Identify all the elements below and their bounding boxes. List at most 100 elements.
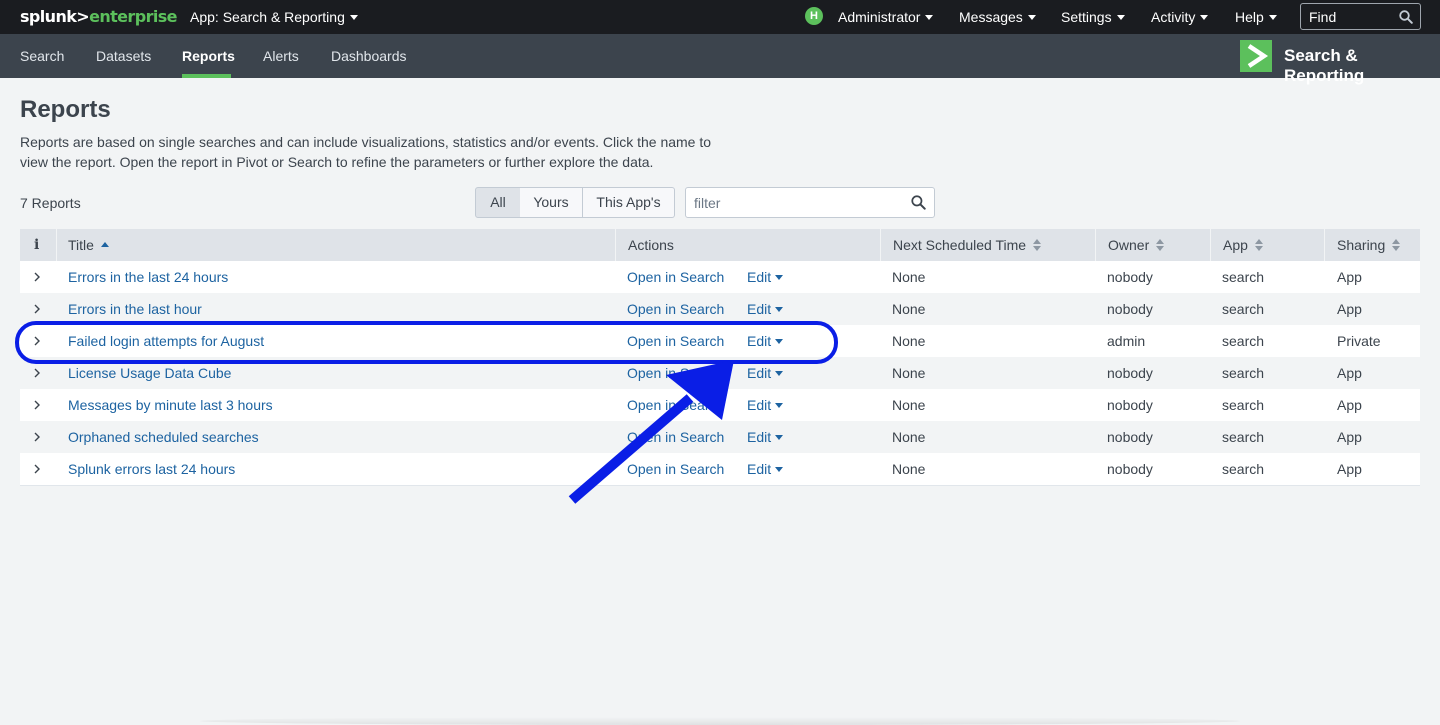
- page-description: Reports are based on single searches and…: [20, 132, 720, 172]
- messages-menu-label: Messages: [959, 9, 1023, 25]
- filter-this-apps-button[interactable]: This App's: [583, 187, 675, 218]
- table-row: Splunk errors last 24 hours Open in Sear…: [20, 453, 1420, 485]
- next-scheduled-cell: None: [892, 365, 926, 381]
- help-menu-label: Help: [1235, 9, 1264, 25]
- sharing-column-label: Sharing: [1337, 237, 1386, 253]
- owner-column-header[interactable]: Owner: [1108, 229, 1165, 261]
- help-menu[interactable]: Help: [1235, 9, 1277, 25]
- splunk-logo[interactable]: splunk>enterprise: [20, 7, 178, 26]
- sort-icon: [1392, 239, 1401, 251]
- report-title-link[interactable]: Errors in the last hour: [68, 293, 202, 325]
- filter-input[interactable]: [686, 188, 901, 217]
- tab-alerts[interactable]: Alerts: [263, 48, 299, 64]
- edit-dropdown[interactable]: Edit: [747, 293, 784, 325]
- table-bottom-border: [20, 485, 1420, 486]
- chevron-down-icon: [1116, 15, 1125, 20]
- tab-search[interactable]: Search: [20, 48, 64, 64]
- sharing-cell: App: [1337, 429, 1362, 445]
- edit-dropdown[interactable]: Edit: [747, 421, 784, 453]
- chevron-right-icon[interactable]: [33, 272, 41, 282]
- messages-menu[interactable]: Messages: [959, 9, 1036, 25]
- app-nav-bar: Search Datasets Reports Alerts Dashboard…: [0, 34, 1440, 85]
- chevron-right-icon[interactable]: [33, 336, 41, 346]
- actions-column-header: Actions: [628, 237, 674, 253]
- table-row: Errors in the last hour Open in Search E…: [20, 293, 1420, 325]
- reports-table: i Title Actions Next Scheduled Time Owne…: [20, 229, 1420, 486]
- filter-yours-button[interactable]: Yours: [520, 187, 583, 218]
- edit-dropdown[interactable]: Edit: [747, 357, 784, 389]
- table-header: i Title Actions Next Scheduled Time Owne…: [20, 229, 1420, 261]
- open-in-search-link[interactable]: Open in Search: [627, 389, 724, 421]
- report-title-link[interactable]: Orphaned scheduled searches: [68, 421, 259, 453]
- next-scheduled-cell: None: [892, 397, 926, 413]
- caret-down-icon: [775, 467, 784, 472]
- table-row: Orphaned scheduled searches Open in Sear…: [20, 421, 1420, 453]
- logo-enterprise-text: enterprise: [89, 7, 177, 26]
- chevron-right-icon[interactable]: [33, 432, 41, 442]
- sharing-column-header[interactable]: Sharing: [1337, 229, 1401, 261]
- report-count: 7 Reports: [20, 195, 81, 211]
- sort-icon: [1033, 239, 1042, 251]
- sharing-cell: Private: [1337, 333, 1381, 349]
- report-title-link[interactable]: License Usage Data Cube: [68, 357, 231, 389]
- next-scheduled-cell: None: [892, 269, 926, 285]
- description-line-2: view the report. Open the report in Pivo…: [20, 154, 654, 170]
- user-avatar[interactable]: H: [805, 7, 823, 25]
- edit-label: Edit: [747, 365, 772, 381]
- edit-dropdown[interactable]: Edit: [747, 389, 784, 421]
- tab-datasets[interactable]: Datasets: [96, 48, 151, 64]
- report-title-link[interactable]: Failed login attempts for August: [68, 325, 264, 357]
- page-title: Reports: [20, 96, 111, 123]
- report-title-link[interactable]: Errors in the last 24 hours: [68, 261, 228, 293]
- owner-column-label: Owner: [1108, 237, 1150, 253]
- user-menu[interactable]: Administrator: [838, 9, 934, 25]
- edit-label: Edit: [747, 461, 772, 477]
- edit-dropdown[interactable]: Edit: [747, 325, 784, 357]
- search-icon[interactable]: [1399, 10, 1413, 24]
- tab-dashboards[interactable]: Dashboards: [331, 48, 407, 64]
- caret-down-icon: [775, 435, 784, 440]
- chevron-right-icon[interactable]: [33, 368, 41, 378]
- open-in-search-link[interactable]: Open in Search: [627, 421, 724, 453]
- title-column-header[interactable]: Title: [68, 229, 109, 261]
- edit-label: Edit: [747, 269, 772, 285]
- open-in-search-link[interactable]: Open in Search: [627, 325, 724, 357]
- activity-menu[interactable]: Activity: [1151, 9, 1209, 25]
- active-tab-indicator: [182, 74, 231, 78]
- edit-dropdown[interactable]: Edit: [747, 261, 784, 293]
- next-scheduled-column-header[interactable]: Next Scheduled Time: [893, 229, 1042, 261]
- report-title-link[interactable]: Messages by minute last 3 hours: [68, 389, 273, 421]
- edit-label: Edit: [747, 429, 772, 445]
- find-box: [1300, 3, 1421, 30]
- info-column-header: i: [34, 237, 40, 253]
- chevron-down-icon: [1200, 15, 1209, 20]
- filter-box: [685, 187, 935, 218]
- chevron-down-icon: [1268, 15, 1277, 20]
- app-column-header[interactable]: App: [1223, 229, 1263, 261]
- chevron-right-icon[interactable]: [33, 464, 41, 474]
- edit-label: Edit: [747, 397, 772, 413]
- caret-down-icon: [775, 403, 784, 408]
- filter-all-button[interactable]: All: [475, 187, 521, 218]
- open-in-search-link[interactable]: Open in Search: [627, 261, 724, 293]
- settings-menu[interactable]: Settings: [1061, 9, 1125, 25]
- app-menu-label: App: Search & Reporting: [190, 9, 345, 25]
- search-icon[interactable]: [911, 195, 926, 210]
- chevron-right-icon[interactable]: [33, 304, 41, 314]
- report-title-link[interactable]: Splunk errors last 24 hours: [68, 453, 235, 485]
- app-menu-dropdown[interactable]: App: Search & Reporting: [190, 9, 358, 25]
- open-in-search-link[interactable]: Open in Search: [627, 293, 724, 325]
- find-input[interactable]: [1301, 4, 1393, 29]
- owner-cell: nobody: [1107, 269, 1153, 285]
- table-body: Errors in the last 24 hours Open in Sear…: [20, 261, 1420, 485]
- next-scheduled-column-label: Next Scheduled Time: [893, 237, 1027, 253]
- table-row: License Usage Data Cube Open in Search E…: [20, 357, 1420, 389]
- tab-reports[interactable]: Reports: [182, 48, 235, 64]
- chevron-right-icon[interactable]: [33, 400, 41, 410]
- app-cell: search: [1222, 269, 1265, 285]
- edit-dropdown[interactable]: Edit: [747, 453, 784, 485]
- table-row: Failed login attempts for August Open in…: [20, 325, 1420, 357]
- open-in-search-link[interactable]: Open in Search: [627, 357, 724, 389]
- open-in-search-link[interactable]: Open in Search: [627, 453, 724, 485]
- owner-cell: nobody: [1107, 429, 1153, 445]
